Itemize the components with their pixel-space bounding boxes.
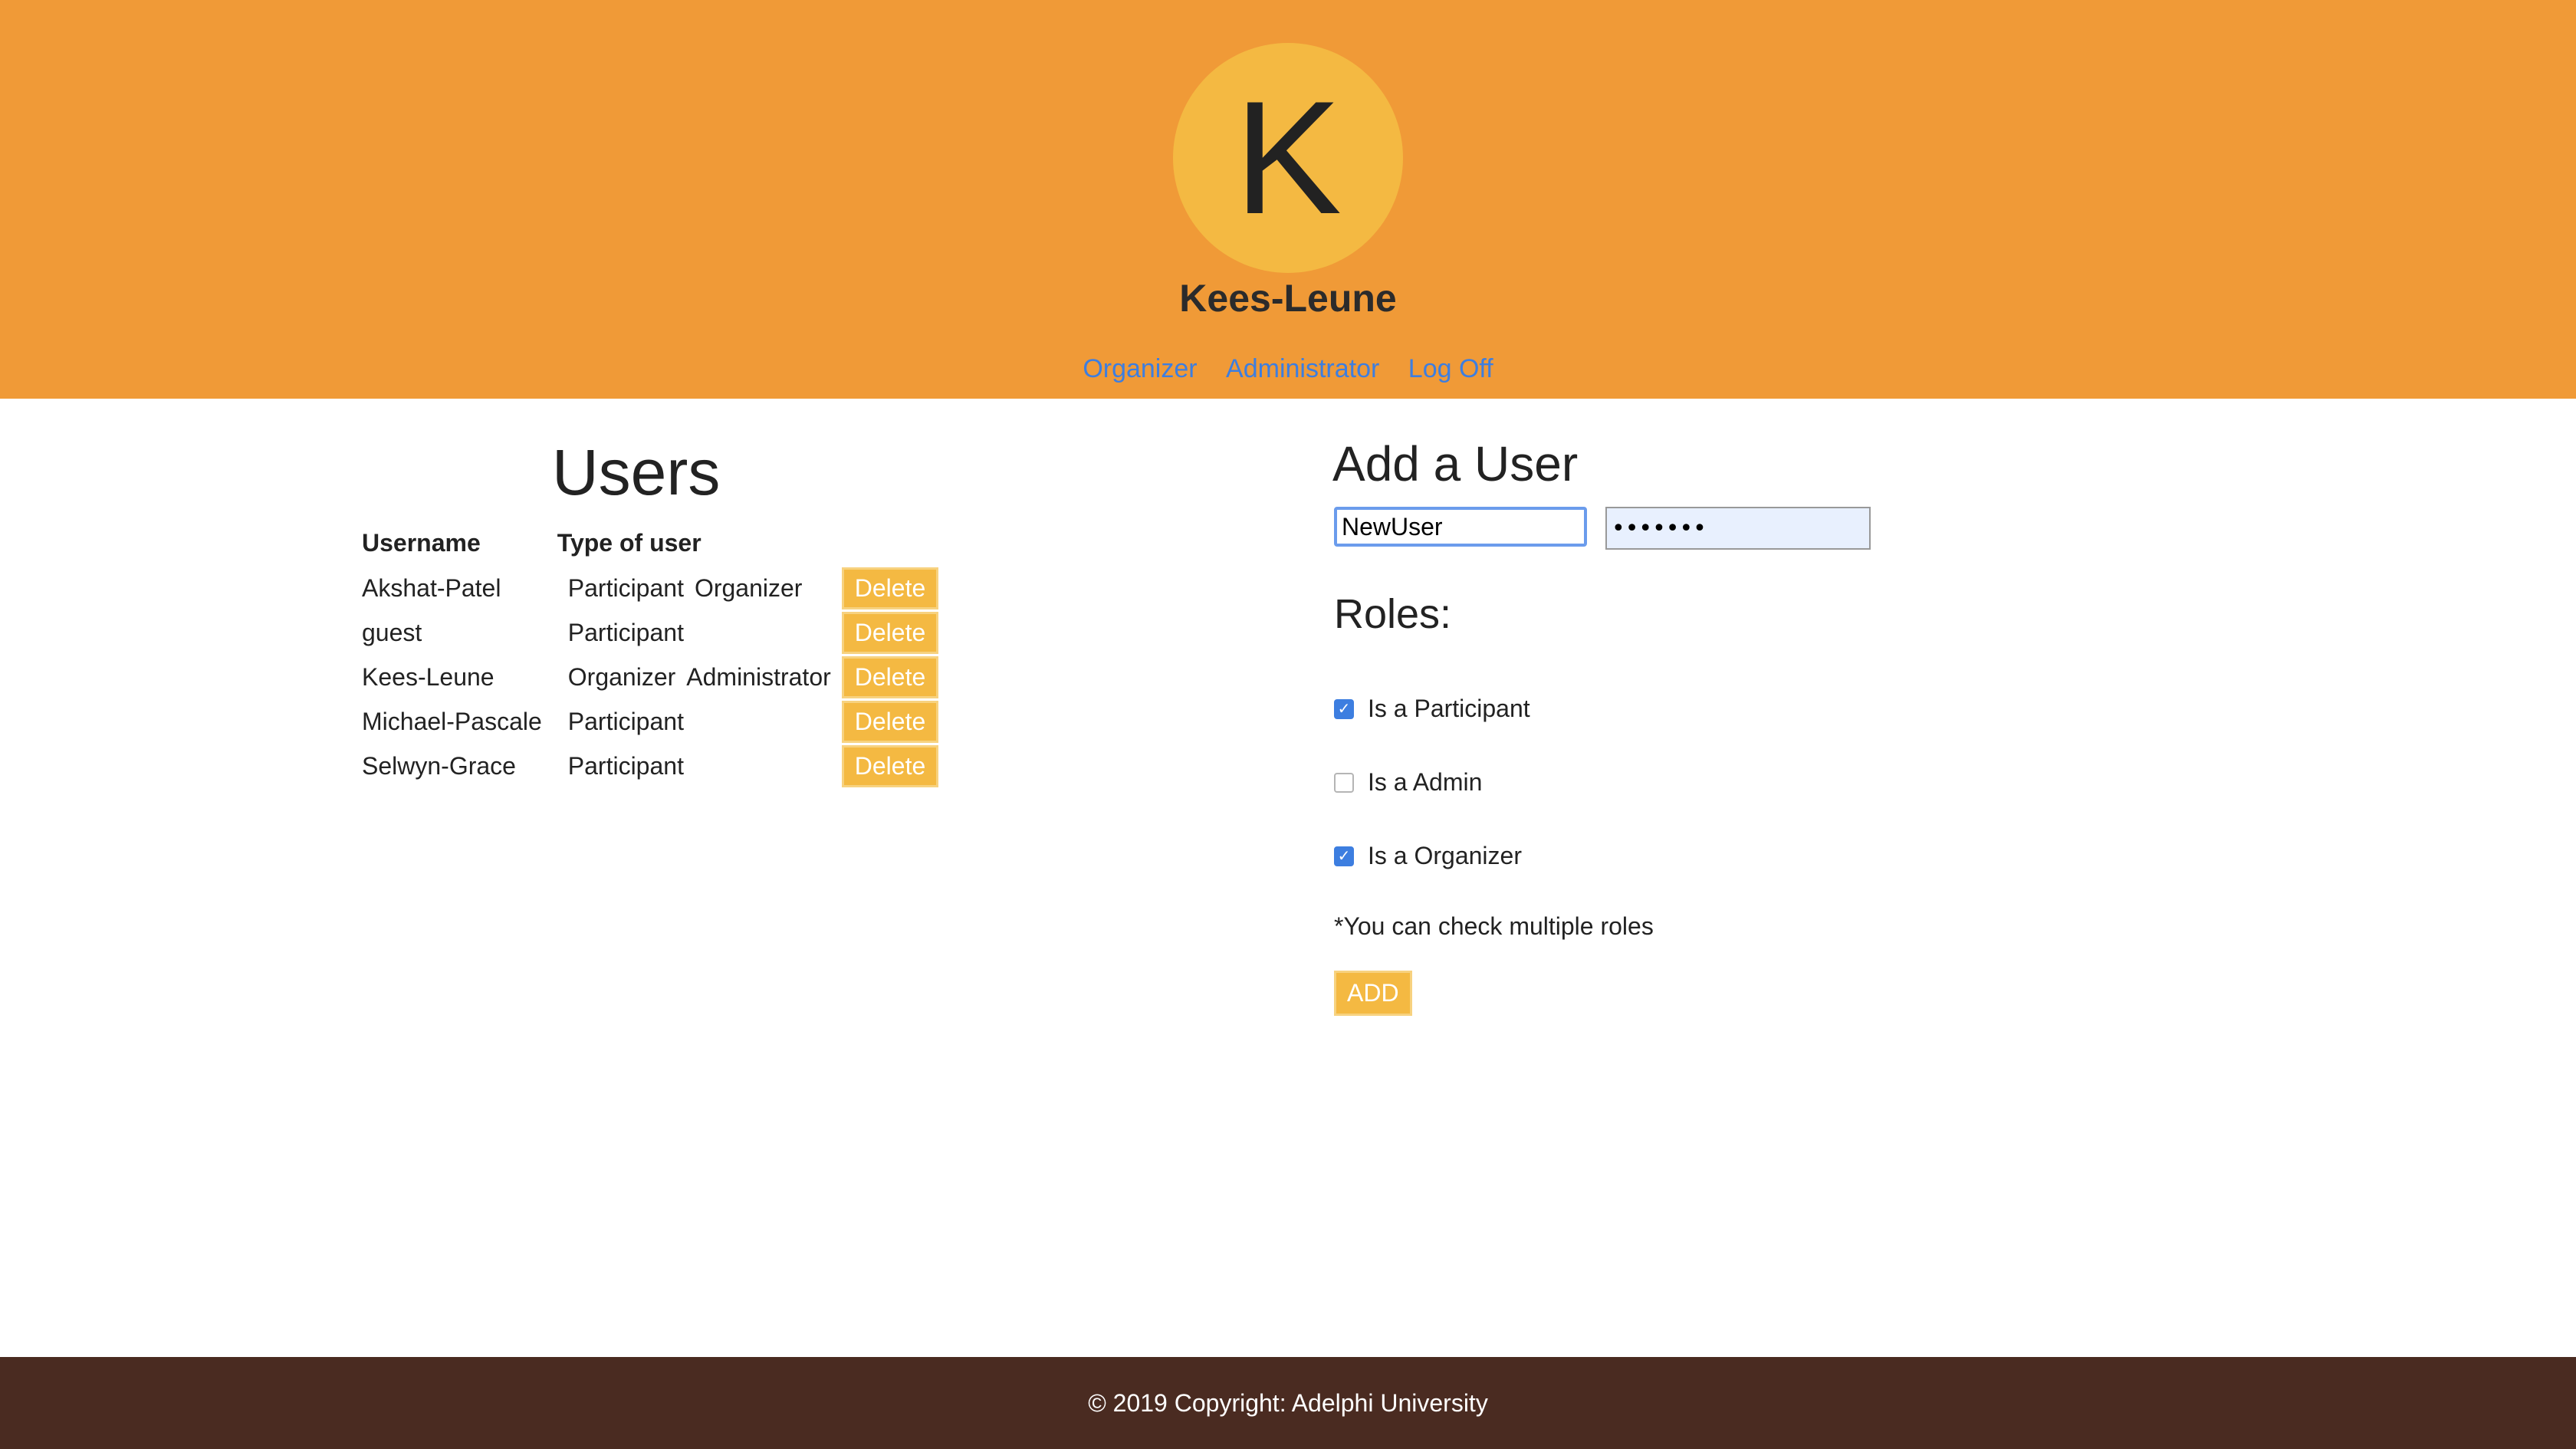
nav-link-organizer[interactable]: Organizer: [1083, 354, 1197, 383]
avatar-letter: K: [1234, 67, 1342, 248]
role-admin[interactable]: Is a Admin: [1334, 768, 1482, 797]
actions-cell: Delete: [839, 699, 939, 744]
copyright-text: © 2019 Copyright: Adelphi University: [1088, 1388, 1488, 1417]
avatar: K: [1173, 43, 1403, 273]
roles-hint: *You can check multiple roles: [1334, 912, 1654, 940]
nav-link-administrator[interactable]: Administrator: [1226, 354, 1379, 383]
delete-button[interactable]: Delete: [841, 700, 939, 743]
username-cell: Selwyn-Grace: [362, 751, 516, 780]
table-row: Kees-Leune Organizer Administrator Delete: [354, 655, 939, 699]
admin-checkbox[interactable]: [1334, 772, 1354, 793]
column-header-actions: [839, 523, 939, 566]
add-user-title: Add a User: [1332, 436, 1579, 491]
username-cell: Kees-Leune: [362, 662, 495, 691]
role-organizer[interactable]: ✓ Is a Organizer: [1334, 842, 1522, 870]
actions-cell: Delete: [839, 744, 939, 788]
table-header-row: Username Type of user: [354, 523, 938, 566]
user-type: Organizer: [567, 662, 676, 691]
delete-button[interactable]: Delete: [841, 656, 939, 698]
table-row: guest Participant Delete: [354, 610, 939, 655]
delete-button[interactable]: Delete: [841, 567, 939, 610]
user-type: Administrator: [686, 662, 831, 691]
roles-title: Roles:: [1334, 591, 1452, 637]
nav-bar: Organizer Administrator Log Off: [0, 354, 2576, 384]
column-header-username: Username: [362, 528, 481, 557]
role-label: Is a Organizer: [1368, 842, 1522, 869]
profile-name: Kees-Leune: [1179, 277, 1397, 320]
user-type: Participant: [567, 751, 684, 780]
username-cell: guest: [362, 618, 422, 646]
user-type-cell: Participant: [550, 744, 839, 788]
delete-button[interactable]: Delete: [841, 611, 939, 654]
users-table: Username Type of user Akshat-Patel Parti…: [354, 523, 939, 788]
username-input[interactable]: [1334, 507, 1587, 547]
delete-button[interactable]: Delete: [841, 744, 939, 787]
user-type: Participant: [567, 707, 684, 735]
organizer-checkbox[interactable]: ✓: [1334, 846, 1354, 866]
actions-cell: Delete: [839, 610, 939, 655]
column-header-type: Type of user: [557, 528, 702, 557]
user-type-cell: Participant: [550, 699, 839, 744]
table-row: Michael-Pascale Participant Delete: [354, 699, 939, 744]
username-cell: Michael-Pascale: [362, 707, 542, 735]
password-input[interactable]: [1605, 507, 1871, 550]
user-type: Participant: [567, 618, 684, 646]
user-type-cell: Organizer Administrator: [550, 655, 839, 699]
add-button[interactable]: ADD: [1334, 971, 1412, 1016]
footer: © 2019 Copyright: Adelphi University: [0, 1357, 2576, 1449]
table-row: Akshat-Patel Participant Organizer Delete: [354, 566, 939, 610]
user-type: Organizer: [694, 573, 803, 602]
role-label: Is a Participant: [1368, 695, 1530, 722]
user-type-cell: Participant Organizer: [550, 566, 839, 610]
header: K Kees-Leune Organizer Administrator Log…: [0, 0, 2576, 399]
participant-checkbox[interactable]: ✓: [1334, 698, 1354, 719]
users-title: Users: [552, 436, 721, 508]
user-type-cell: Participant: [550, 610, 839, 655]
role-label: Is a Admin: [1368, 768, 1483, 796]
actions-cell: Delete: [839, 566, 939, 610]
nav-link-log-off[interactable]: Log Off: [1408, 354, 1493, 383]
actions-cell: Delete: [839, 655, 939, 699]
role-participant[interactable]: ✓ Is a Participant: [1334, 695, 1530, 723]
username-cell: Akshat-Patel: [362, 573, 501, 602]
user-type: Participant: [567, 573, 684, 602]
table-row: Selwyn-Grace Participant Delete: [354, 744, 939, 788]
